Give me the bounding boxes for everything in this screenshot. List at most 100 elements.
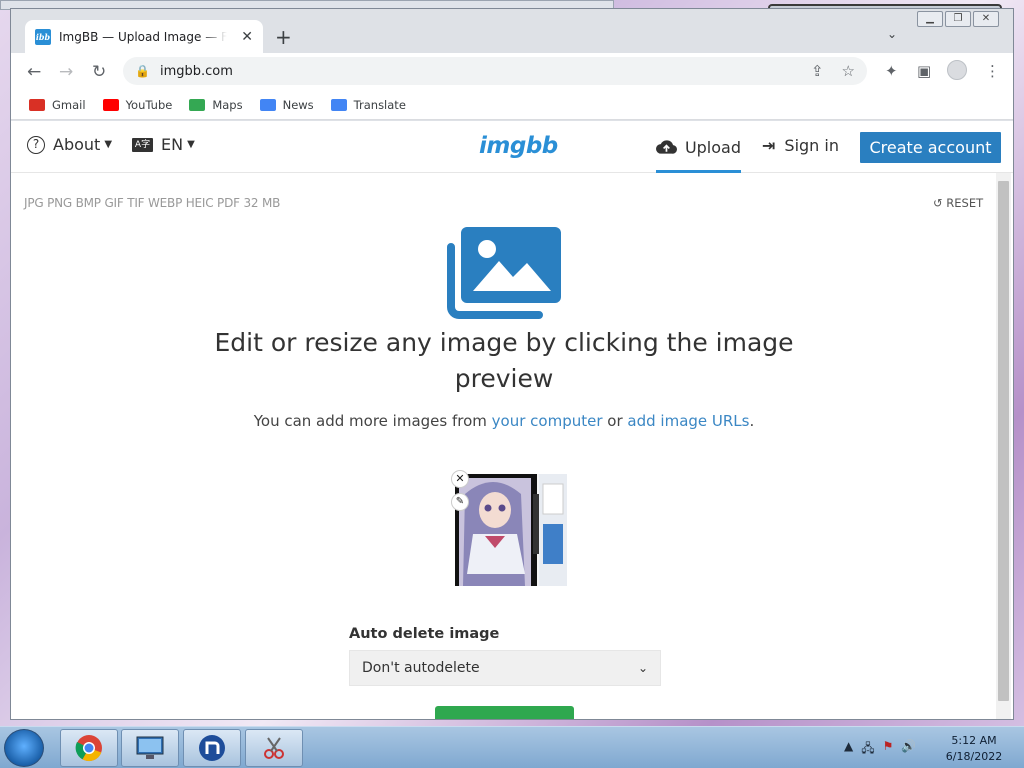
minimize-icon[interactable]: ▁ [917, 11, 943, 27]
signin-nav-link[interactable]: ⇥ Sign in [762, 136, 839, 155]
bookmarks-bar: Gmail YouTube Maps News Translate [11, 90, 1013, 120]
app-n-icon [199, 735, 225, 761]
bookmark-label: Gmail [52, 97, 86, 112]
taskbar-snipping-tool[interactable] [245, 729, 303, 767]
supported-formats: JPG PNG BMP GIF TIF WEBP HEIC PDF 32 MB [24, 196, 281, 210]
taskbar-app-n[interactable] [183, 729, 241, 767]
scissors-icon [264, 737, 284, 759]
language-menu[interactable]: A字 EN ▼ [132, 135, 195, 154]
youtube-icon [102, 98, 119, 111]
signin-label: Sign in [784, 136, 839, 155]
bookmark-star-icon[interactable]: ☆ [842, 62, 855, 80]
about-label: About [53, 135, 101, 154]
tab-title: ImgBB — Upload Image — Free Image Hostin… [59, 29, 227, 44]
clock-time: 5:12 AM [951, 734, 997, 747]
reset-icon: ↺ [933, 196, 943, 210]
imgbb-favicon-icon: ibb [35, 28, 51, 45]
language-label: EN [161, 135, 184, 154]
close-window-icon[interactable]: ✕ [973, 11, 999, 27]
new-tab-plus-icon[interactable]: + [275, 25, 292, 49]
side-panel-icon[interactable]: ▣ [917, 62, 931, 80]
upload-submit-button[interactable] [435, 706, 574, 719]
header-left-nav: ? About ▼ A字 EN ▼ [27, 135, 195, 154]
browser-toolbar: ← → ↻ 🔒 imgbb.com ⇪ ☆ ✦ ▣ ⋮ [11, 53, 1013, 90]
share-icon[interactable]: ⇪ [811, 62, 824, 80]
edit-image-icon[interactable]: ✎ [451, 493, 469, 511]
address-bar[interactable]: 🔒 imgbb.com ⇪ ☆ [123, 57, 867, 85]
start-button-icon[interactable] [4, 729, 44, 767]
lock-icon: 🔒 [135, 64, 150, 78]
monitor-icon [136, 736, 164, 759]
images-icon [447, 227, 561, 319]
bookmark-label: Translate [353, 97, 406, 112]
volume-icon[interactable]: 🔊 [901, 739, 916, 760]
system-tray: ▲ 🖧 ⚑ 🔊 [844, 739, 916, 760]
browser-tab[interactable]: ibb ImgBB — Upload Image — Free Image Ho… [25, 20, 263, 53]
upload-nav-link[interactable]: Upload [656, 121, 741, 173]
add-image-urls-link[interactable]: add image URLs [627, 412, 749, 430]
extensions-puzzle-icon[interactable]: ✦ [885, 62, 898, 80]
about-menu[interactable]: ? About ▼ [27, 135, 112, 154]
taskbar-clock[interactable]: 5:12 AM 6/18/2022 [944, 733, 1004, 765]
subtext-prefix: You can add more images from [253, 412, 492, 430]
reload-icon[interactable]: ↻ [92, 62, 106, 82]
image-preview-thumbnail[interactable] [455, 474, 567, 586]
sign-in-arrow-icon: ⇥ [762, 136, 776, 155]
clock-date: 6/18/2022 [945, 750, 1003, 763]
close-tab-icon[interactable]: ✕ [241, 29, 253, 45]
url-text: imgbb.com [159, 63, 233, 79]
show-hidden-icons-arrow-icon[interactable]: ▲ [844, 739, 853, 760]
scrollbar-thumb[interactable] [998, 181, 1009, 701]
back-arrow-icon[interactable]: ← [27, 62, 41, 82]
tab-strip: ibb ImgBB — Upload Image — Free Image Ho… [11, 9, 1013, 57]
taskbar-chrome[interactable] [60, 729, 118, 767]
create-account-button[interactable]: Create account [860, 132, 1001, 163]
imgbb-page: ? About ▼ A字 EN ▼ imgbb Upload ⇥ Sign in… [11, 121, 1013, 719]
gmail-icon [29, 98, 45, 111]
caret-down-icon: ▼ [187, 139, 195, 150]
chevron-down-icon: ⌄ [637, 661, 648, 675]
subtext-suffix: . [749, 412, 755, 430]
auto-delete-value: Don't autodelete [362, 660, 480, 676]
network-icon[interactable]: 🖧 [861, 739, 874, 760]
window-controls: ▁ ❐ ✕ [917, 11, 999, 27]
language-icon: A字 [132, 137, 154, 152]
taskbar-remote-desktop[interactable] [121, 729, 179, 767]
upload-headline: Edit or resize any image by clicking the… [214, 328, 794, 393]
bookmark-label: News [282, 97, 314, 112]
bookmark-gmail[interactable]: Gmail [29, 98, 86, 112]
reset-label: RESET [946, 196, 984, 210]
cloud-upload-icon [656, 140, 677, 154]
site-header: ? About ▼ A字 EN ▼ imgbb Upload ⇥ Sign in… [11, 121, 1013, 173]
more-menu-icon[interactable]: ⋮ [985, 62, 1000, 80]
bookmark-label: Maps [212, 97, 243, 112]
upload-subtext: You can add more images from your comput… [211, 412, 797, 430]
upload-label: Upload [684, 137, 741, 157]
subtext-mid: or [602, 412, 628, 430]
auto-delete-label: Auto delete image [349, 626, 500, 642]
profile-avatar-icon[interactable] [947, 60, 967, 80]
bookmark-news[interactable]: News [259, 97, 314, 112]
bookmark-label: YouTube [125, 97, 173, 112]
reset-button[interactable]: ↺ RESET [933, 196, 983, 210]
imgbb-logo[interactable]: imgbb [479, 133, 558, 159]
your-computer-link[interactable]: your computer [492, 412, 603, 430]
page-scrollbar[interactable] [996, 173, 1011, 719]
chrome-icon [75, 735, 102, 762]
browser-window: ibb ImgBB — Upload Image — Free Image Ho… [10, 8, 1014, 720]
action-center-flag-icon[interactable]: ⚑ [883, 739, 894, 760]
bookmark-maps[interactable]: Maps [189, 97, 243, 112]
bookmark-youtube[interactable]: YouTube [102, 97, 173, 112]
translate-icon [330, 98, 347, 111]
maps-icon [189, 98, 206, 111]
tab-search-chevron-icon[interactable]: ⌄ [887, 27, 897, 41]
auto-delete-select[interactable]: Don't autodelete ⌄ [349, 650, 661, 686]
forward-arrow-icon[interactable]: → [59, 62, 73, 82]
windows-taskbar: ▲ 🖧 ⚑ 🔊 5:12 AM 6/18/2022 [0, 726, 1024, 768]
question-circle-icon: ? [27, 135, 45, 154]
bookmark-translate[interactable]: Translate [330, 97, 406, 112]
remove-image-icon[interactable]: ✕ [451, 470, 469, 488]
maximize-icon[interactable]: ❐ [945, 11, 971, 27]
omnibox-actions: ⇪ ☆ [811, 62, 855, 80]
news-icon [259, 98, 276, 111]
